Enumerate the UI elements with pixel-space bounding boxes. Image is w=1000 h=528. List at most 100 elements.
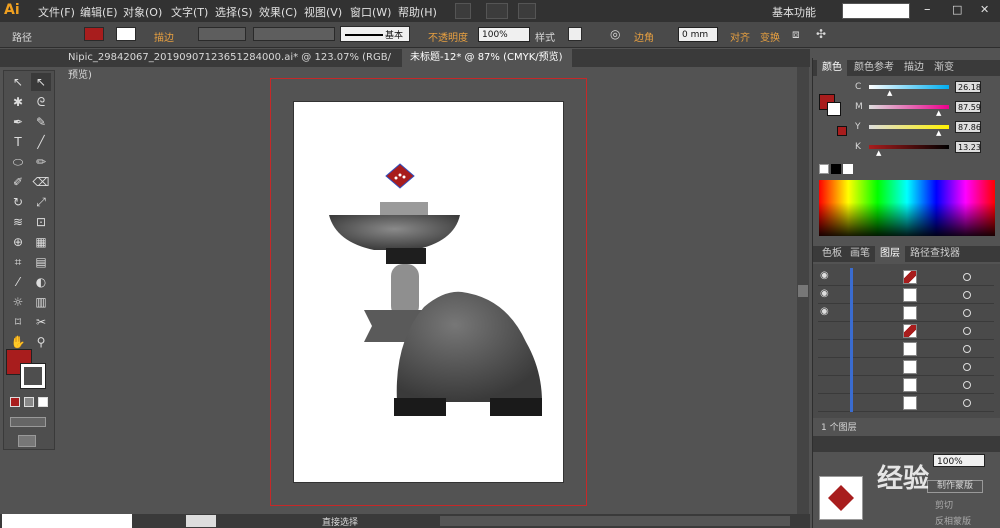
menu-type[interactable]: 文字(T) (171, 4, 208, 20)
menu-select[interactable]: 选择(S) (215, 4, 253, 20)
slice-tool-icon[interactable]: ✂ (31, 313, 51, 331)
tab-swatches[interactable]: 色板 (817, 246, 847, 262)
tab-brushes[interactable]: 画笔 (845, 246, 875, 262)
layer-row[interactable]: ◉ (818, 304, 994, 322)
ime-toolbar[interactable] (2, 514, 132, 528)
tab-layers[interactable]: 图层 (875, 246, 905, 262)
menu-file[interactable]: 文件(F) (38, 4, 75, 20)
free-transform-icon[interactable]: ⊡ (31, 213, 51, 231)
layer-row[interactable]: ◉ (818, 268, 994, 286)
channel-slider-handle[interactable]: ▲ (936, 129, 941, 137)
layer-row[interactable] (818, 322, 994, 340)
menu-edit[interactable]: 编辑(E) (80, 4, 118, 20)
tab-color[interactable]: 颜色 (817, 60, 847, 76)
invert-mask-checkbox[interactable]: 反相蒙版 (935, 514, 971, 527)
channel-value-m[interactable]: 87.59 (955, 101, 981, 113)
left-foot[interactable] (394, 398, 446, 416)
perspective-grid-icon[interactable]: ▦ (31, 233, 51, 251)
blend-tool-icon[interactable]: ◐ (31, 273, 51, 291)
warp-tool-icon[interactable]: ≋ (8, 213, 28, 231)
visibility-eye-icon[interactable]: ◉ (820, 289, 832, 299)
corner-radius-field[interactable]: 0 mm (678, 27, 718, 42)
none-swatch[interactable] (819, 164, 829, 174)
arrange-documents-icon[interactable] (486, 3, 508, 19)
align-label[interactable]: 对齐 (730, 29, 750, 44)
curvature-tool-icon[interactable]: ✎ (31, 113, 51, 131)
menu-help[interactable]: 帮助(H) (398, 4, 437, 20)
screen-mode-button[interactable] (18, 435, 36, 447)
target-circle-icon[interactable] (963, 399, 971, 407)
right-foot[interactable] (490, 398, 542, 416)
layer-row[interactable] (818, 376, 994, 394)
corner-label[interactable]: 边角 (634, 29, 654, 44)
layer-row[interactable] (818, 340, 994, 358)
maximize-icon[interactable]: □ (952, 3, 962, 16)
hopper-collar[interactable] (386, 248, 426, 264)
variable-width-profile[interactable] (253, 27, 335, 41)
brush-definition[interactable]: 基本 (340, 26, 410, 42)
black-swatch[interactable] (831, 164, 841, 174)
menu-window[interactable]: 窗口(W) (350, 4, 391, 20)
artboard-tool-icon[interactable]: ⌑ (8, 313, 28, 331)
channel-slider-handle[interactable]: ▲ (887, 89, 892, 97)
channel-value-c[interactable]: 26.18 (955, 81, 981, 93)
out-of-gamut-swatch[interactable] (837, 126, 847, 136)
layer-row[interactable] (818, 358, 994, 376)
target-circle-icon[interactable] (963, 291, 971, 299)
tab-pathfinder[interactable]: 路径查找器 (905, 246, 965, 262)
symbol-sprayer-icon[interactable]: ☼ (8, 293, 28, 311)
target-circle-icon[interactable] (963, 273, 971, 281)
color-spectrum[interactable] (819, 180, 995, 236)
none-mode-button[interactable] (38, 397, 48, 407)
rotate-tool-icon[interactable]: ↻ (8, 193, 28, 211)
vertical-scrollbar[interactable] (797, 67, 809, 514)
panel-stroke-swatch[interactable] (827, 102, 841, 116)
hopper-bowl[interactable] (329, 215, 460, 250)
artboard-navigation[interactable] (186, 515, 216, 527)
stroke-label[interactable]: 描边 (154, 29, 174, 44)
tab-gradient[interactable]: 渐变 (929, 60, 959, 76)
selected-diamond[interactable] (385, 163, 415, 189)
ellipse-tool-icon[interactable]: ⬭ (8, 153, 28, 171)
bridge-button[interactable] (455, 3, 471, 19)
pen-tool-icon[interactable]: ✒ (8, 113, 28, 131)
vertical-scroll-thumb[interactable] (798, 285, 808, 297)
zoom-tool-icon[interactable]: ⚲ (31, 333, 51, 351)
line-tool-icon[interactable]: ╱ (31, 133, 51, 151)
draw-mode-buttons[interactable] (10, 417, 46, 427)
target-circle-icon[interactable] (963, 381, 971, 389)
magic-wand-icon[interactable]: ✱ (8, 93, 28, 111)
layer-row[interactable]: ◉ (818, 286, 994, 304)
direct-selection-tool-icon[interactable]: ↖ (31, 73, 51, 91)
stroke-swatch[interactable] (116, 27, 136, 41)
clip-checkbox[interactable]: 剪切 (935, 498, 953, 511)
fill-swatch[interactable] (84, 27, 104, 41)
layer-row[interactable] (818, 394, 994, 412)
pencil-icon[interactable]: ✐ (8, 173, 28, 191)
feed-tube[interactable] (391, 264, 419, 318)
options-icon[interactable]: ✣ (816, 27, 826, 41)
transparency-opacity-field[interactable]: 100% (933, 454, 985, 467)
visibility-eye-icon[interactable]: ◉ (820, 271, 832, 281)
stroke-weight-field[interactable] (198, 27, 246, 41)
transform-label[interactable]: 变换 (760, 29, 780, 44)
close-icon[interactable]: ✕ (980, 3, 989, 16)
paintbrush-icon[interactable]: ✏ (31, 153, 51, 171)
lasso-icon[interactable]: ᘓ (31, 93, 51, 111)
menu-object[interactable]: 对象(O) (123, 4, 162, 20)
tab-color-guide[interactable]: 颜色参考 (849, 60, 899, 76)
selection-tool-icon[interactable]: ↖ (8, 73, 28, 91)
channel-slider-handle[interactable]: ▲ (936, 109, 941, 117)
target-circle-icon[interactable] (963, 327, 971, 335)
make-mask-button[interactable]: 制作蒙版 (927, 480, 983, 493)
eyedropper-icon[interactable]: ⁄ (8, 273, 28, 291)
eraser-icon[interactable]: ⌫ (31, 173, 51, 191)
channel-slider-c[interactable] (869, 85, 949, 89)
target-circle-icon[interactable] (963, 309, 971, 317)
workspace-switcher[interactable]: 基本功能 (772, 4, 816, 20)
opacity-field[interactable]: 100% (478, 27, 530, 42)
channel-value-k[interactable]: 13.23 (955, 141, 981, 153)
visibility-eye-icon[interactable]: ◉ (820, 307, 832, 317)
channel-slider-handle[interactable]: ▲ (876, 149, 881, 157)
target-circle-icon[interactable] (963, 345, 971, 353)
